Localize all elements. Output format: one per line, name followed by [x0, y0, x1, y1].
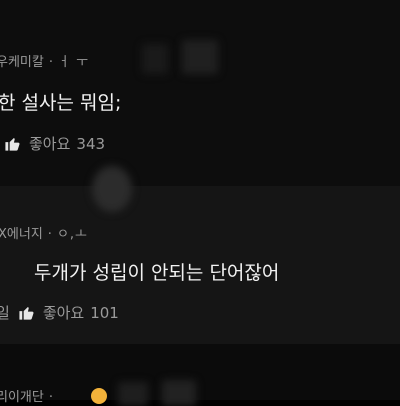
comment-text: 두개가 성립이 안되는 단어잖어: [34, 262, 280, 284]
blurred-region: [182, 40, 218, 74]
comment-text: 한 설사는 뭐임;: [0, 92, 122, 114]
comment-actions: 일 좋아요 101: [0, 302, 119, 323]
comment-meta: 우케미칼 · ㅓ ㅜ: [0, 51, 89, 70]
meta-separator: ·: [48, 390, 53, 405]
thumbs-up-icon[interactable]: [4, 135, 21, 152]
comment-author[interactable]: X에너지: [0, 227, 43, 242]
like-count: 101: [90, 303, 119, 322]
meta-separator: ·: [47, 227, 52, 242]
comment-meta-suffix: ㅓ ㅜ: [57, 55, 90, 70]
comment-card-1: 우케미칼 · ㅓ ㅜ 한 설사는 뭐임; 좋아요 343: [0, 0, 400, 186]
blurred-region: [118, 382, 148, 406]
truncated-text: 일: [0, 304, 10, 322]
like-label[interactable]: 좋아요: [29, 133, 70, 154]
comment-meta: X에너지 · ㅇ,ㅗ: [0, 223, 88, 242]
emoji-icon: [91, 388, 107, 404]
comment-meta-suffix: ㅇ,ㅗ: [56, 227, 88, 242]
comment-actions: 좋아요 343: [4, 133, 105, 154]
thumbs-up-icon[interactable]: [18, 304, 35, 321]
meta-separator: ·: [48, 55, 53, 70]
comment-card-2: X에너지 · ㅇ,ㅗ 두개가 성립이 안되는 단어잖어 일 좋아요 101: [0, 166, 400, 344]
like-label[interactable]: 좋아요: [43, 302, 84, 323]
comment-meta: 리이개단 ·: [0, 386, 58, 405]
comment-card-3: 리이개단 ·: [0, 344, 400, 406]
blurred-avatar: [92, 166, 132, 212]
blurred-region: [142, 44, 168, 74]
blurred-region: [162, 380, 196, 406]
comment-author[interactable]: 우케미칼: [0, 55, 44, 70]
like-count: 343: [76, 134, 106, 153]
comment-author[interactable]: 리이개단: [0, 390, 44, 405]
